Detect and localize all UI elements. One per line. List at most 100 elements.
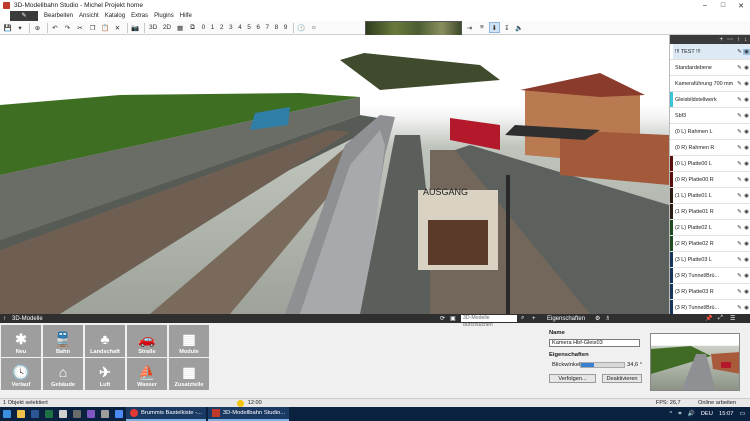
step-end-button[interactable]: ⇥ <box>464 22 475 33</box>
layer-row[interactable]: (0 R) Platte00 R ✎ ◉ <box>670 172 750 188</box>
close-button[interactable]: ✕ <box>732 2 750 10</box>
file-explorer-icon[interactable] <box>14 407 28 421</box>
add-layer-icon[interactable]: + <box>719 37 723 43</box>
layer-row[interactable]: (3 R) Platte03 R ✎ ◉ <box>670 284 750 300</box>
layer-visibility-eye-icon[interactable]: ◉ <box>743 65 750 71</box>
redo-icon[interactable]: ↷ <box>62 22 73 33</box>
layer-row[interactable]: Kameraführung 700 mm ✎ ◉ <box>670 76 750 92</box>
menu-ansicht[interactable]: Ansicht <box>76 13 102 19</box>
model-category-tile[interactable]: 🕓 Verlauf <box>1 358 41 390</box>
layer-edit-icon[interactable]: ✎ <box>736 113 743 119</box>
camera-preset-7[interactable]: 7 <box>264 22 272 33</box>
layer-visibility-eye-icon[interactable]: ◉ <box>743 48 750 55</box>
layer-edit-icon[interactable]: ✎ <box>736 161 743 167</box>
dropdown-arrow-icon[interactable]: ▾ <box>15 22 26 33</box>
disable-button[interactable]: Deaktivieren <box>602 374 642 383</box>
layer-edit-icon[interactable]: ✎ <box>736 225 743 231</box>
layer-row[interactable]: (2 R) Platte02 R ✎ ◉ <box>670 236 750 252</box>
layer-row[interactable]: (3 R) Tunnel/Brü... ✎ ◉ <box>670 300 750 314</box>
collapse-up-icon[interactable]: ↑ <box>3 316 6 322</box>
layer-edit-icon[interactable]: ✎ <box>736 65 743 71</box>
cut-icon[interactable]: ✂ <box>75 22 86 33</box>
save-icon[interactable]: 💾 <box>2 22 13 33</box>
layer-row[interactable]: (2 L) Platte02 L ✎ ◉ <box>670 220 750 236</box>
follow-button[interactable]: Verfolgen... <box>549 374 596 383</box>
pin-icon[interactable]: 📌 <box>705 315 712 322</box>
layer-edit-icon[interactable]: ✎ <box>736 273 743 279</box>
maximize-button[interactable]: □ <box>714 2 732 10</box>
menu-katalog[interactable]: Katalog <box>102 13 128 19</box>
layer-edit-icon[interactable]: ✎ <box>736 305 743 311</box>
layer-edit-icon[interactable]: ✎ <box>736 193 743 199</box>
camera-preset-4[interactable]: 4 <box>236 22 244 33</box>
model-category-tile[interactable]: ▦ Zusatzteile <box>169 358 209 390</box>
list-icon[interactable]: ☰ <box>730 315 735 322</box>
camera-icon[interactable]: 📷 <box>130 22 141 33</box>
view-3d-button[interactable]: 3D <box>147 22 159 33</box>
layer-row[interactable]: (3 L) Platte03 L ✎ ◉ <box>670 252 750 268</box>
camera-preset-2[interactable]: 2 <box>218 22 226 33</box>
layer-visibility-eye-icon[interactable]: ◉ <box>743 209 750 215</box>
grid-icon[interactable]: ▦ <box>175 22 186 33</box>
fov-slider[interactable] <box>580 362 625 368</box>
layer-row[interactable]: Standardebene ✎ ◉ <box>670 60 750 76</box>
taskbar-app-browser[interactable]: Brummis Bastelkiste -... <box>126 407 206 421</box>
layer-edit-icon[interactable]: ✎ <box>736 129 743 135</box>
model-category-tile[interactable]: 🚆 Bahn <box>43 325 83 357</box>
layer-edit-icon[interactable]: ✎ <box>736 257 743 263</box>
model-category-tile[interactable]: ✱ Neu <box>1 325 41 357</box>
layer-edit-icon[interactable]: ✎ <box>736 209 743 215</box>
view-toggle-icon[interactable]: ▣ <box>450 315 456 322</box>
layer-row[interactable]: (0 L) Rahmen L ✎ ◉ <box>670 124 750 140</box>
3d-viewport[interactable]: AUSGANG <box>0 35 669 314</box>
layer-edit-icon[interactable]: ✎ <box>736 241 743 247</box>
undo-icon[interactable]: ↶ <box>50 22 61 33</box>
model-category-tile[interactable]: ♣ Landschaft <box>85 325 125 357</box>
menu-hilfe[interactable]: Hilfe <box>177 13 195 19</box>
minimize-button[interactable]: – <box>696 2 714 10</box>
edit-mode-pen-icon[interactable]: ✎ <box>10 11 38 21</box>
store-icon[interactable] <box>112 407 126 421</box>
layer-visibility-eye-icon[interactable]: ◉ <box>743 113 750 119</box>
character-icon[interactable]: ♗ <box>605 315 610 322</box>
layer-row[interactable]: (0 R) Rahmen R ✎ ◉ <box>670 140 750 156</box>
layer-visibility-eye-icon[interactable]: ◉ <box>743 289 750 295</box>
layer-visibility-eye-icon[interactable]: ◉ <box>743 241 750 247</box>
expand-icon[interactable]: ⤢ <box>718 315 723 322</box>
layer-row[interactable]: (0 L) Platte00 L ✎ ◉ <box>670 156 750 172</box>
taskbar-app-modellbahn[interactable]: 3D-Modellbahn Studio... <box>207 407 290 421</box>
language-indicator[interactable]: DEU <box>701 411 713 417</box>
camera-preset-5[interactable]: 5 <box>245 22 253 33</box>
notepad-icon[interactable] <box>56 407 70 421</box>
layer-edit-icon[interactable]: ✎ <box>736 97 743 103</box>
download-icon[interactable]: ⬇ <box>488 22 500 33</box>
layer-visibility-eye-icon[interactable]: ◉ <box>743 177 750 183</box>
layer-row[interactable]: !!! TEST !!! ✎ ◉ <box>670 44 750 60</box>
speaker-icon[interactable]: 🔈 <box>514 22 525 33</box>
menu-bearbeiten[interactable]: Bearbeiten <box>41 13 76 19</box>
name-input[interactable]: Kamera Hbf-Gleis03 <box>549 339 640 347</box>
volume-icon[interactable]: 🔊 <box>688 411 695 417</box>
search-icon[interactable]: ⌕ <box>521 315 524 322</box>
model-category-tile[interactable]: ⌂ Gebäude <box>43 358 83 390</box>
layer-edit-icon[interactable]: ✎ <box>736 177 743 183</box>
layer-visibility-eye-icon[interactable]: ◉ <box>743 193 750 199</box>
layer-row[interactable]: (1 R) Platte01 R ✎ ◉ <box>670 204 750 220</box>
layer-visibility-eye-icon[interactable]: ◉ <box>743 129 750 135</box>
tray-expand-icon[interactable]: ^ <box>670 411 673 417</box>
layer-visibility-eye-icon[interactable]: ◉ <box>743 225 750 231</box>
layer-row[interactable]: (1 L) Platte01 L ✎ ◉ <box>670 188 750 204</box>
camera-preset-0[interactable]: 0 <box>200 22 208 33</box>
layer-visibility-eye-icon[interactable]: ◉ <box>743 97 750 103</box>
layer-visibility-eye-icon[interactable]: ◉ <box>743 81 750 87</box>
word-icon[interactable] <box>28 407 42 421</box>
layer-edit-icon[interactable]: ✎ <box>736 81 743 87</box>
copy-icon[interactable]: ❐ <box>87 22 98 33</box>
camera-preset-9[interactable]: 9 <box>282 22 290 33</box>
layer-edit-icon[interactable]: ✎ <box>736 289 743 295</box>
paste-icon[interactable]: 📋 <box>100 22 111 33</box>
layer-visibility-eye-icon[interactable]: ◉ <box>743 257 750 263</box>
layer-visibility-eye-icon[interactable]: ◉ <box>743 305 750 311</box>
layer-row[interactable]: Sbf3 ✎ ◉ <box>670 108 750 124</box>
camera-preset-6[interactable]: 6 <box>254 22 262 33</box>
